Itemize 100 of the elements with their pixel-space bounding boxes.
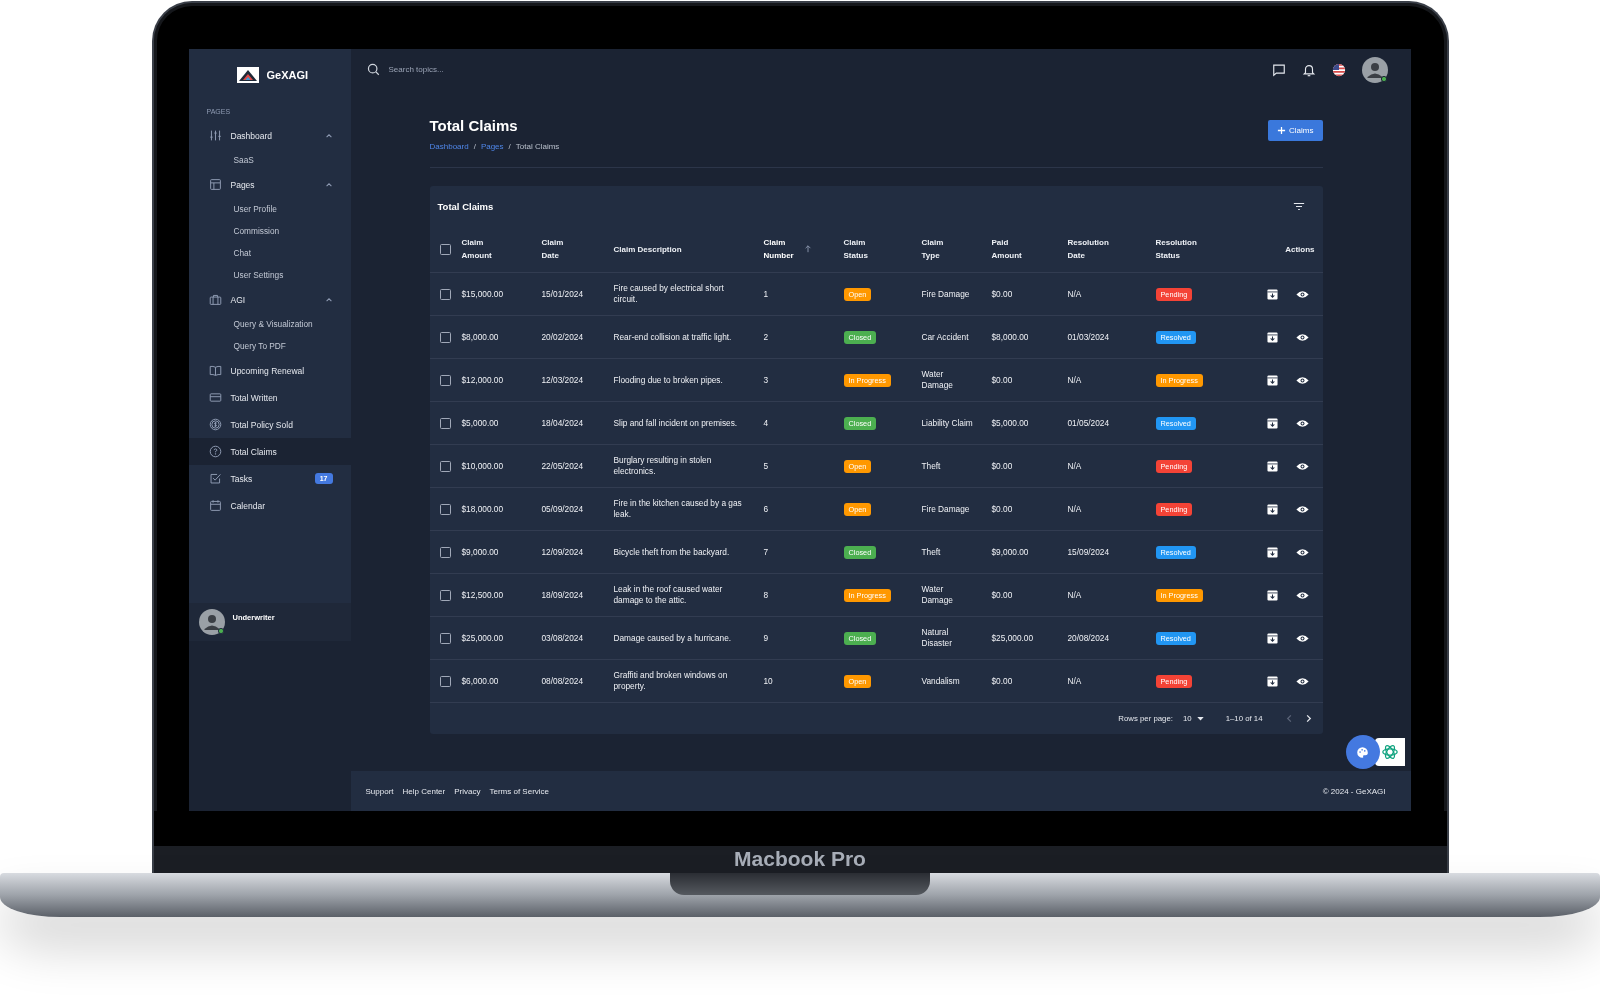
footer-link[interactable]: Help Center [402,786,446,796]
notification-bell-icon[interactable] [1301,62,1316,77]
archive-icon[interactable] [1266,632,1278,644]
table-cell: N/A [1067,503,1082,515]
view-eye-icon[interactable] [1295,289,1309,299]
sidebar-item[interactable]: Pages [188,171,351,198]
archive-icon[interactable] [1266,417,1278,429]
sidebar-item[interactable]: Calendar [188,492,351,519]
sidebar-item[interactable]: Total Written [188,384,351,411]
search-field[interactable]: Search topics... [386,64,591,75]
table-cell-text: Water Damage [921,584,954,606]
row-checkbox[interactable] [440,632,451,644]
row-checkbox[interactable] [440,288,451,300]
sidebar-subitem[interactable]: User Settings [188,264,351,286]
breadcrumb-link[interactable]: Pages [480,142,504,151]
sidebar-subitem[interactable]: Chat [188,242,351,264]
archive-icon[interactable] [1266,460,1278,472]
archive-icon[interactable] [1266,331,1278,343]
row-checkbox[interactable] [440,675,451,687]
column-header[interactable]: Claim Type [921,236,944,262]
table-cell: Slip and fall incident on premises. [613,417,738,429]
sidebar-item[interactable]: Upcoming Renewal [188,357,351,384]
column-header[interactable]: Resolution Date [1067,236,1109,262]
column-header[interactable]: Claim Date [541,236,564,262]
archive-icon[interactable] [1266,546,1278,558]
table-cell: Flooding due to broken pipes. [613,374,723,386]
row-checkbox[interactable] [440,374,451,386]
view-eye-icon[interactable] [1295,504,1309,514]
archive-icon[interactable] [1266,589,1278,601]
view-eye-icon[interactable] [1295,375,1309,385]
table-cell: $12,500.00 [461,589,504,601]
table-cell: Fire Damage [921,288,970,300]
sidebar-subitem[interactable]: Query & Visualization [188,313,351,335]
column-header[interactable]: Paid Amount [991,236,1022,262]
column-header[interactable]: Claim Description [613,242,682,256]
view-eye-icon[interactable] [1295,633,1309,643]
nav-icon [208,445,222,458]
table-cell: N/A [1067,374,1082,386]
table-cell: 01/03/2024 [1067,331,1110,343]
table-cell: $25,000.00 [461,632,504,644]
column-header[interactable]: Actions [1285,242,1315,256]
footer-link[interactable]: Terms of Service [489,786,550,796]
column-header[interactable]: Resolution Status [1155,236,1197,262]
row-checkbox[interactable] [440,331,451,343]
table-cell: 12/03/2024 [541,374,584,386]
sidebar-item[interactable]: Dashboard [188,122,351,149]
sidebar-subitem[interactable]: User Profile [188,198,351,220]
sidebar-subitem[interactable]: SaaS [188,149,351,171]
flag-icon[interactable] [1331,62,1346,77]
table-cell-text: Burglary resulting in stolen electronics. [613,455,713,477]
table-cell: 10 [763,675,773,687]
column-header[interactable]: Claim Number [763,236,794,262]
column-header[interactable]: Claim Status [843,236,868,262]
archive-icon[interactable] [1266,374,1278,386]
avatar-icon[interactable] [198,609,225,635]
row-checkbox[interactable] [440,417,451,429]
view-eye-icon[interactable] [1295,676,1309,686]
search-icon [366,63,380,76]
table-cell: Fire Damage [921,503,970,515]
view-eye-icon[interactable] [1295,547,1309,557]
mountain-logo-icon [236,67,259,83]
row-checkbox[interactable] [440,589,451,601]
table-cell: $10,000.00 [461,460,504,472]
plus-icon [1277,126,1287,135]
sidebar-item[interactable]: AGI [188,286,351,313]
chat-icon[interactable] [1271,62,1286,77]
breadcrumb-link[interactable]: Dashboard [429,142,469,151]
table-cell: Liability Claim [921,417,973,429]
nav-icon [208,178,222,191]
footer-link[interactable]: Support [365,786,394,796]
sidebar-subitem[interactable]: Query To PDF [188,335,351,357]
theme-palette-button[interactable] [1345,735,1380,769]
table-cell: 1 [763,288,769,300]
table-cell: $0.00 [991,374,1013,386]
table-cell-text: Natural Disaster [921,627,953,649]
table-cell: $5,000.00 [461,417,499,429]
sidebar-subitem[interactable]: Commission [188,220,351,242]
archive-icon[interactable] [1266,503,1278,515]
sidebar-item[interactable]: Total Policy Sold [188,411,351,438]
table-cell: $9,000.00 [991,546,1029,558]
table-cell: 5 [763,460,769,472]
avatar-icon[interactable] [1361,56,1388,83]
view-eye-icon[interactable] [1295,590,1309,600]
archive-icon[interactable] [1266,675,1278,687]
sidebar-item[interactable]: Total Claims [188,438,351,465]
column-header[interactable]: Claim Amount [461,236,492,262]
view-eye-icon[interactable] [1295,332,1309,342]
sort-arrow-icon[interactable] [803,245,812,253]
row-checkbox[interactable] [440,546,451,558]
add-claims-button[interactable]: Claims [1268,120,1323,141]
archive-icon[interactable] [1266,288,1278,300]
row-checkbox[interactable] [440,460,451,472]
table-cell-text: Water Damage [921,369,954,391]
row-checkbox[interactable] [440,503,451,515]
view-eye-icon[interactable] [1295,418,1309,428]
table-cell: 18/04/2024 [541,417,584,429]
footer-link[interactable]: Privacy [454,786,481,796]
filter-icon[interactable] [1292,201,1305,211]
view-eye-icon[interactable] [1295,461,1309,471]
checkbox[interactable] [440,243,451,255]
